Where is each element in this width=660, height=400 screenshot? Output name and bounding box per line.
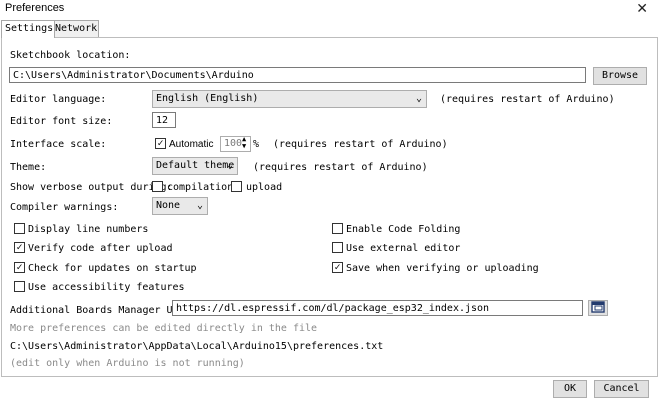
font-size-label: Editor font size: bbox=[10, 116, 113, 127]
display-line-numbers-label: Display line numbers bbox=[28, 224, 149, 235]
tab-settings[interactable]: Settings bbox=[1, 20, 55, 38]
scale-spinner[interactable]: 100 bbox=[220, 136, 251, 152]
editor-language-value: English (English) bbox=[156, 93, 259, 104]
window-icon bbox=[591, 301, 605, 313]
upload-checkbox[interactable] bbox=[231, 181, 242, 192]
spinner-arrows-icon[interactable]: ▲ ▼ bbox=[242, 136, 246, 150]
automatic-label: Automatic bbox=[169, 139, 214, 150]
ok-button[interactable]: OK bbox=[553, 380, 587, 398]
theme-select[interactable]: Default theme ⌄ bbox=[152, 157, 238, 175]
boards-manager-label: Additional Boards Manager URLs: bbox=[10, 305, 197, 316]
upload-label: upload bbox=[246, 182, 283, 193]
compiler-warnings-value: None bbox=[156, 200, 181, 211]
accessibility-label: Use accessibility features bbox=[28, 282, 185, 293]
cancel-button[interactable]: Cancel bbox=[594, 380, 649, 398]
window-title: Preferences bbox=[5, 2, 65, 14]
editor-language-select[interactable]: English (English) ⌄ bbox=[152, 90, 427, 108]
boards-manager-urls-field[interactable]: https://dl.espressif.com/dl/package_esp3… bbox=[172, 300, 583, 316]
title-bar bbox=[0, 0, 660, 18]
chevron-down-icon: ⌄ bbox=[415, 93, 422, 104]
check-updates-label: Check for updates on startup bbox=[28, 263, 197, 274]
accessibility-checkbox[interactable] bbox=[14, 281, 25, 292]
close-icon[interactable]: ✕ bbox=[636, 0, 648, 17]
code-folding-label: Enable Code Folding bbox=[346, 224, 461, 235]
external-editor-label: Use external editor bbox=[346, 243, 461, 254]
chevron-down-icon: ⌄ bbox=[226, 160, 233, 171]
open-url-list-button[interactable] bbox=[588, 300, 608, 316]
editor-language-label: Editor language: bbox=[10, 94, 107, 105]
tab-network[interactable]: Network bbox=[51, 20, 99, 37]
external-editor-checkbox[interactable] bbox=[332, 242, 343, 253]
automatic-checkbox[interactable]: ✓ bbox=[155, 138, 166, 149]
compiler-warnings-label: Compiler warnings: bbox=[10, 202, 119, 213]
sketchbook-location-field[interactable]: C:\Users\Administrator\Documents\Arduino bbox=[9, 67, 586, 83]
check-updates-checkbox[interactable]: ✓ bbox=[14, 262, 25, 273]
edit-note: (edit only when Arduino is not running) bbox=[10, 358, 245, 369]
display-line-numbers-checkbox[interactable] bbox=[14, 223, 25, 234]
theme-note: (requires restart of Arduino) bbox=[253, 162, 428, 173]
compilation-checkbox[interactable] bbox=[152, 181, 163, 192]
browse-button[interactable]: Browse bbox=[593, 67, 647, 85]
theme-label: Theme: bbox=[10, 162, 47, 173]
interface-scale-note: (requires restart of Arduino) bbox=[273, 139, 448, 150]
preferences-path: C:\Users\Administrator\AppData\Local\Ard… bbox=[10, 341, 384, 352]
compilation-label: compilation bbox=[167, 182, 234, 193]
scale-unit: % bbox=[253, 139, 260, 150]
scale-value: 100 bbox=[224, 138, 243, 149]
font-size-field[interactable]: 12 bbox=[152, 112, 176, 128]
save-on-verify-label: Save when verifying or uploading bbox=[346, 263, 539, 274]
interface-scale-label: Interface scale: bbox=[10, 139, 107, 150]
chevron-down-icon: ⌄ bbox=[196, 200, 203, 211]
verify-after-upload-checkbox[interactable]: ✓ bbox=[14, 242, 25, 253]
code-folding-checkbox[interactable] bbox=[332, 223, 343, 234]
verify-after-upload-label: Verify code after upload bbox=[28, 243, 173, 254]
save-on-verify-checkbox[interactable]: ✓ bbox=[332, 262, 343, 273]
compiler-warnings-select[interactable]: None ⌄ bbox=[152, 197, 208, 215]
theme-value: Default theme bbox=[156, 160, 235, 171]
editor-language-note: (requires restart of Arduino) bbox=[440, 94, 615, 105]
more-preferences-text: More preferences can be edited directly … bbox=[10, 323, 318, 334]
verbose-label: Show verbose output during: bbox=[10, 182, 173, 193]
sketchbook-label: Sketchbook location: bbox=[10, 50, 131, 61]
